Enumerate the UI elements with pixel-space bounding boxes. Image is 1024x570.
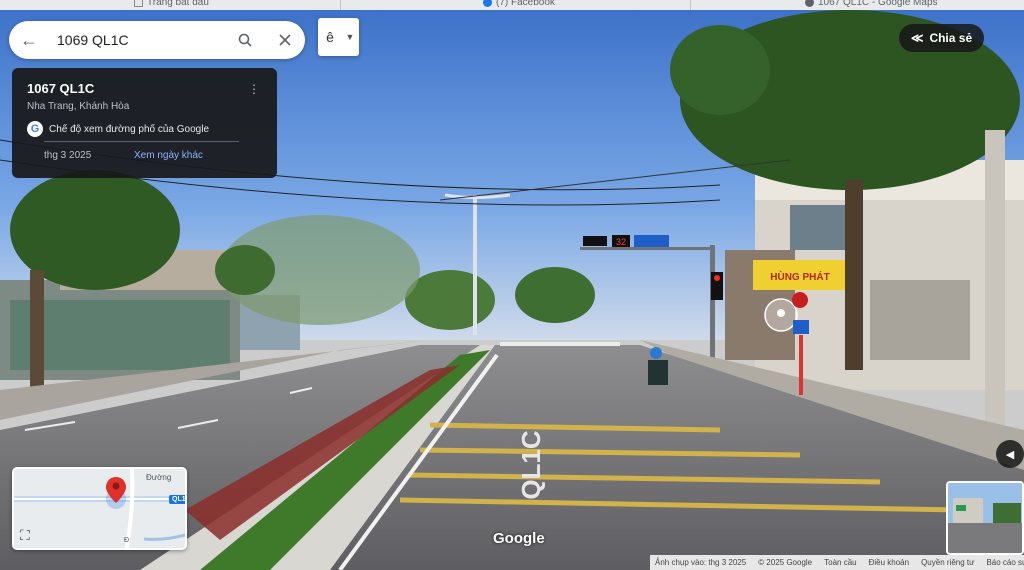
street-light — [473, 195, 477, 335]
tab-facebook[interactable]: (7) Facebook — [483, 0, 555, 10]
google-logo-icon: G — [27, 121, 43, 137]
share-button[interactable]: ≪ Chia sẻ — [899, 24, 984, 52]
facebook-icon — [483, 0, 492, 7]
layer-selector-button[interactable]: ê ▼ — [318, 18, 359, 56]
more-options-icon[interactable]: ⋮ — [248, 82, 260, 96]
expand-icon[interactable]: ⛶ — [20, 527, 30, 544]
traffic-light-pole — [710, 245, 715, 375]
photo-thumbnail[interactable] — [946, 481, 1024, 555]
road-marking-text: QL1C — [516, 430, 546, 500]
search-icon[interactable] — [225, 21, 265, 59]
location-info-card: 1067 QL1C Nha Trang, Khánh Hòa ⋮ G Chế đ… — [12, 68, 277, 178]
tab-label: 1067 QL1C - Google Maps — [818, 0, 938, 8]
shop-sign-text: HÙNG PHÁT — [770, 270, 829, 283]
report-link[interactable]: Báo cáo sự cố — [986, 558, 1024, 567]
share-icon: ≪ — [910, 31, 924, 45]
location-subtitle: Nha Trang, Khánh Hòa — [27, 101, 130, 112]
tab-start-page[interactable]: Trang bắt đầu — [134, 0, 209, 10]
mini-map-road-label: QL1C — [169, 495, 185, 504]
thumbnail-image — [948, 483, 1022, 553]
divider — [44, 141, 239, 142]
motorbike — [648, 360, 668, 385]
mini-map[interactable]: Đường QL1C Đ ⛶ — [12, 467, 187, 550]
location-title: 1067 QL1C — [27, 81, 95, 96]
global-link[interactable]: Toàn cầu — [824, 558, 856, 567]
search-input[interactable]: 1069 QL1C — [49, 32, 225, 48]
traffic-countdown: 32 — [616, 237, 626, 247]
tab-separator — [340, 0, 341, 10]
tab-separator — [690, 0, 691, 10]
google-maps-icon — [805, 0, 814, 7]
privacy-link[interactable]: Quyền riêng tư — [921, 558, 974, 567]
compass-icon[interactable]: ◀ — [996, 440, 1024, 468]
street-view-mode: G Chế độ xem đường phố của Google — [27, 121, 262, 137]
tab-label: Trang bắt đầu — [147, 0, 209, 8]
mini-map-street-label: Đường — [146, 473, 172, 482]
capture-date: thg 3 2025 — [44, 150, 92, 161]
back-arrow-icon[interactable]: ← — [9, 21, 49, 59]
browser-tab-strip: Trang bắt đầu (7) Facebook 1067 QL1C - G… — [0, 0, 1024, 10]
terms-link[interactable]: Điều khoản — [869, 558, 909, 567]
google-watermark: Google — [493, 530, 545, 547]
attribution-bar: Ảnh chụp vào: thg 3 2025 © 2025 Google T… — [650, 555, 1024, 570]
mode-label: Chế độ xem đường phố của Google — [49, 123, 210, 135]
star-icon — [134, 0, 143, 7]
chevron-down-icon: ▼ — [345, 32, 355, 42]
share-label: Chia sẻ — [929, 31, 973, 45]
close-icon[interactable] — [265, 21, 305, 59]
copyright: © 2025 Google — [758, 558, 813, 567]
mini-map-street-label-2: Đ — [124, 537, 130, 544]
tab-label: (7) Facebook — [496, 0, 555, 8]
tab-google-maps[interactable]: 1067 QL1C - Google Maps — [805, 0, 938, 10]
layer-glyph: ê — [326, 29, 334, 45]
see-other-dates-link[interactable]: Xem ngày khác — [134, 150, 203, 161]
utility-pole — [985, 130, 1005, 450]
search-box[interactable]: ← 1069 QL1C — [9, 21, 305, 59]
capture-info: Ảnh chụp vào: thg 3 2025 — [655, 558, 747, 567]
